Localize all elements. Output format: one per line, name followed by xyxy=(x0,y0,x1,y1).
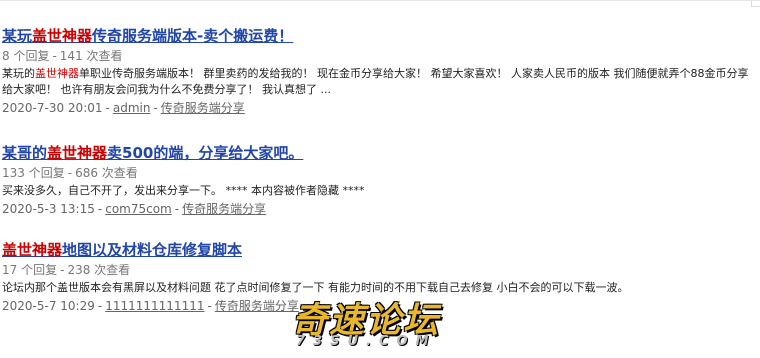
view-count: 238 次查看 xyxy=(67,263,131,277)
site-watermark: 奇速论坛 73SU.COM xyxy=(292,292,470,354)
result-stats: 8 个回复 -141 次查看 xyxy=(2,48,752,64)
result-title-link[interactable]: 某玩盖世神器传奇服务端版本-卖个搬运费！ xyxy=(2,26,293,46)
info-separator: - xyxy=(105,101,110,115)
title-text: 某哥的 xyxy=(2,144,48,162)
title-text: 地图以及材料仓库修复脚本 xyxy=(62,241,243,259)
author-link[interactable]: 1111111111111 xyxy=(105,299,204,313)
result-info: 2020-5-3 13:15- com75com - 传奇服务端分享 xyxy=(2,201,752,217)
author-link[interactable]: com75com xyxy=(105,202,172,216)
title-highlight: 盖世神器 xyxy=(47,144,108,162)
result-snippet: 买来没多久，自己不开了，发出来分享一下。 **** 本内容被作者隐藏 **** xyxy=(2,184,365,197)
title-highlight: 盖世神器 xyxy=(32,27,93,45)
info-separator: - xyxy=(153,101,158,115)
reply-count: 133 个回复 xyxy=(2,166,65,180)
snippet-text: 某玩的 xyxy=(2,67,35,80)
reply-count: 8 个回复 xyxy=(2,49,50,63)
author-link[interactable]: admin xyxy=(113,101,151,115)
search-result: 某哥的盖世神器卖500的端，分享给大家吧。 133 个回复 -686 次查看 买来… xyxy=(2,143,752,217)
corner-frame xyxy=(751,0,760,7)
title-text: 传奇服务端版本-卖个搬运费！ xyxy=(92,27,294,45)
title-text: 卖500的端，分享给大家吧。 xyxy=(107,144,304,162)
info-separator: - xyxy=(174,202,180,216)
info-separator: - xyxy=(207,299,212,313)
forum-link[interactable]: 传奇服务端分享 xyxy=(215,299,299,313)
reply-count: 17 个回复 xyxy=(2,263,58,277)
view-count: 141 次查看 xyxy=(59,49,123,63)
snippet-highlight: 盖世神器 xyxy=(35,67,79,80)
stats-separator: - xyxy=(52,49,57,63)
result-stats: 133 个回复 -686 次查看 xyxy=(2,165,752,181)
stats-separator: - xyxy=(60,263,65,277)
info-separator: - xyxy=(97,299,103,313)
result-title-link[interactable]: 某哥的盖世神器卖500的端，分享给大家吧。 xyxy=(2,143,303,163)
result-stats: 17 个回复 -238 次查看 xyxy=(2,262,752,278)
result-info: 2020-7-30 20:01- admin - 传奇服务端分享 xyxy=(2,100,752,116)
post-date: 2020-5-7 10:29 xyxy=(2,299,95,313)
forum-link[interactable]: 传奇服务端分享 xyxy=(182,202,266,216)
snippet-text: 单职业传奇服务端版本！ 群里卖药的发给我的！ 现在金币分享给大家！ 希望大家喜欢… xyxy=(2,67,749,96)
title-text: 某玩 xyxy=(2,27,33,45)
watermark-domain: 73SU.COM xyxy=(296,334,437,349)
view-count: 686 次查看 xyxy=(75,166,138,180)
title-highlight: 盖世神器 xyxy=(2,241,63,259)
search-result: 某玩盖世神器传奇服务端版本-卖个搬运费！ 8 个回复 -141 次查看 某玩的盖世… xyxy=(2,26,752,116)
info-separator: - xyxy=(97,202,103,216)
result-snippet: 某玩的盖世神器单职业传奇服务端版本！ 群里卖药的发给我的！ 现在金币分享给大家！… xyxy=(2,66,752,98)
post-date: 2020-5-3 13:15 xyxy=(2,202,95,216)
stats-separator: - xyxy=(67,166,73,180)
forum-link[interactable]: 传奇服务端分享 xyxy=(161,101,245,115)
result-title-link[interactable]: 盖世神器地图以及材料仓库修复脚本 xyxy=(2,240,242,260)
top-divider xyxy=(0,0,760,4)
post-date: 2020-7-30 20:01 xyxy=(2,101,103,115)
